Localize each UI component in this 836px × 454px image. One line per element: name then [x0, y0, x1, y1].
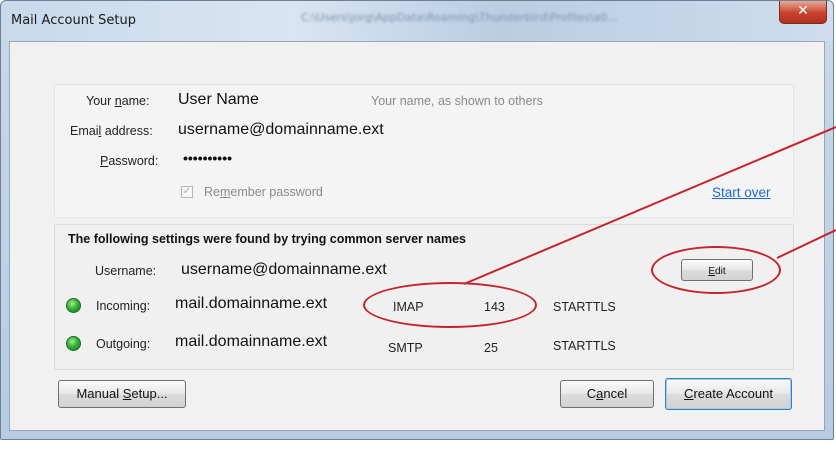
annotation-lines	[463, 126, 836, 285]
callout-line-imap	[463, 126, 836, 285]
callout-line-edit	[776, 229, 836, 259]
